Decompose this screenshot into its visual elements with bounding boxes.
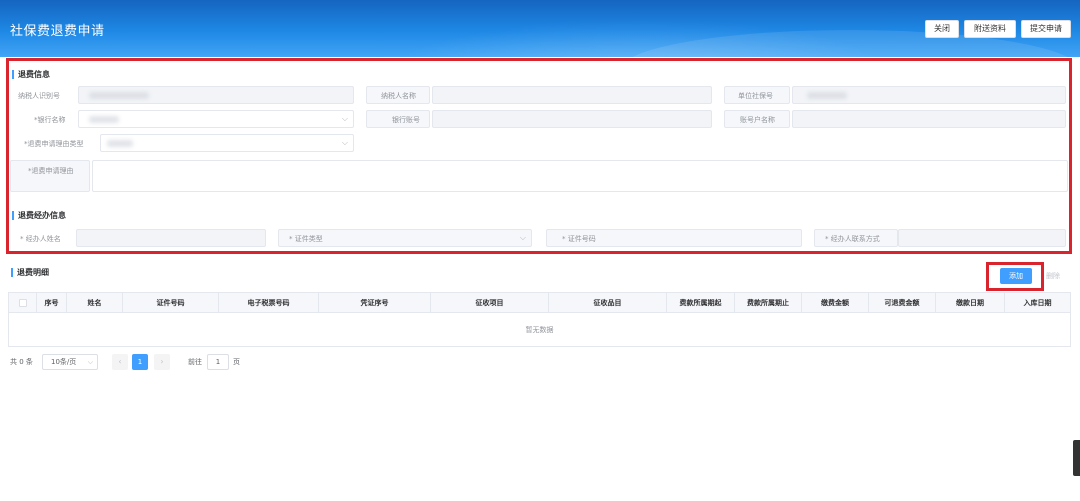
page-size-select[interactable]: 10条/页 ⌵ (42, 354, 98, 370)
column-header: 可退费金额 (869, 293, 936, 313)
attach-materials-button[interactable]: 附送资料 (964, 20, 1016, 38)
section-title-agent-info: 退费经办信息 (12, 211, 66, 220)
taxpayer-name-field (432, 86, 712, 104)
unit-ss-no-field (792, 86, 1066, 104)
chevron-down-icon: ⌵ (341, 138, 348, 147)
chevron-down-icon: ⌵ (341, 114, 348, 123)
chevron-down-icon: ⌵ (87, 358, 93, 366)
column-header: 缴费金额 (802, 293, 869, 313)
prev-page-button[interactable]: ‹ (112, 354, 128, 370)
contact-label: * 经办人联系方式 (825, 235, 880, 243)
page-size-value: 10条/页 (51, 358, 77, 366)
next-page-button[interactable]: › (154, 354, 170, 370)
redacted-value (807, 92, 847, 99)
redacted-value (89, 92, 149, 99)
redacted-value (89, 116, 119, 123)
column-header: 入库日期 (1023, 299, 1052, 307)
taxpayer-id-field (78, 86, 354, 104)
column-header: 凭证序号 (319, 293, 431, 313)
select-all-checkbox[interactable] (19, 299, 27, 307)
bank-name-select[interactable]: ⌵ (78, 110, 354, 128)
taxpayer-name-label: 纳税人名称 (381, 92, 416, 100)
bank-name-label: *银行名称 (34, 116, 66, 124)
chevron-down-icon: ⌵ (519, 233, 526, 242)
app-header: 社保费退费申请 关闭 附送资料 提交申请 (0, 0, 1080, 57)
column-header: 征收品目 (549, 293, 667, 313)
column-header: 缴款日期 (936, 293, 1005, 313)
account-name-label: 账号户名称 (740, 116, 775, 124)
submit-application-button[interactable]: 提交申请 (1021, 20, 1071, 38)
cert-no-label: * 证件号码 (562, 235, 596, 243)
page-number-current[interactable]: 1 (132, 354, 148, 370)
column-header: 电子税票号码 (219, 293, 319, 313)
select-all-column (9, 293, 37, 313)
empty-state-text: 暂无数据 (525, 326, 554, 334)
page-suffix-label: 页 (233, 358, 240, 366)
column-header: 征收项目 (431, 293, 549, 313)
goto-label: 前往 (188, 358, 202, 366)
contact-field[interactable] (898, 229, 1066, 247)
column-header: 姓名 (67, 293, 123, 313)
page-title: 社保费退费申请 (10, 24, 105, 39)
column-header: 费款所属期起 (667, 293, 735, 313)
goto-page-input[interactable]: 1 (207, 354, 229, 370)
reason-type-select[interactable]: ⌵ (100, 134, 354, 152)
refund-detail-table: 序号 姓名 证件号码 电子税票号码 凭证序号 征收项目 征收品目 费款所属期起 … (8, 292, 1071, 347)
pagination-total: 共 0 条 (10, 358, 33, 366)
delete-button[interactable]: 删除 (1046, 271, 1060, 281)
table-header: 序号 姓名 证件号码 电子税票号码 凭证序号 征收项目 征收品目 费款所属期起 … (9, 293, 1070, 313)
section-title-refund-info: 退费信息 (12, 70, 50, 79)
close-button[interactable]: 关闭 (925, 20, 959, 38)
redacted-value (107, 140, 133, 147)
section-title-refund-detail: 退费明细 (11, 268, 49, 277)
bank-account-field (432, 110, 712, 128)
page: 社保费退费申请 关闭 附送资料 提交申请 退费信息 纳税人识别号 纳税人名称 单… (0, 0, 1080, 501)
column-header: 序号 (37, 293, 67, 313)
agent-name-label: * 经办人姓名 (20, 235, 61, 243)
bank-account-label: 银行账号 (392, 116, 420, 124)
reason-label: *退费申请理由 (28, 167, 74, 175)
side-feedback-tab[interactable] (1073, 440, 1080, 476)
column-header: 证件号码 (123, 293, 219, 313)
unit-ss-no-label: 单位社保号 (738, 92, 773, 100)
reason-textarea[interactable] (92, 160, 1068, 192)
account-name-field (792, 110, 1066, 128)
reason-type-label: *退费申请理由类型 (24, 140, 84, 148)
column-header: 费款所属期止 (735, 293, 802, 313)
agent-name-field[interactable] (76, 229, 266, 247)
reason-label-box (10, 160, 90, 192)
taxpayer-id-label: 纳税人识别号 (18, 92, 60, 100)
cert-type-label: * 证件类型 (289, 235, 323, 243)
highlight-box-add (986, 262, 1044, 291)
